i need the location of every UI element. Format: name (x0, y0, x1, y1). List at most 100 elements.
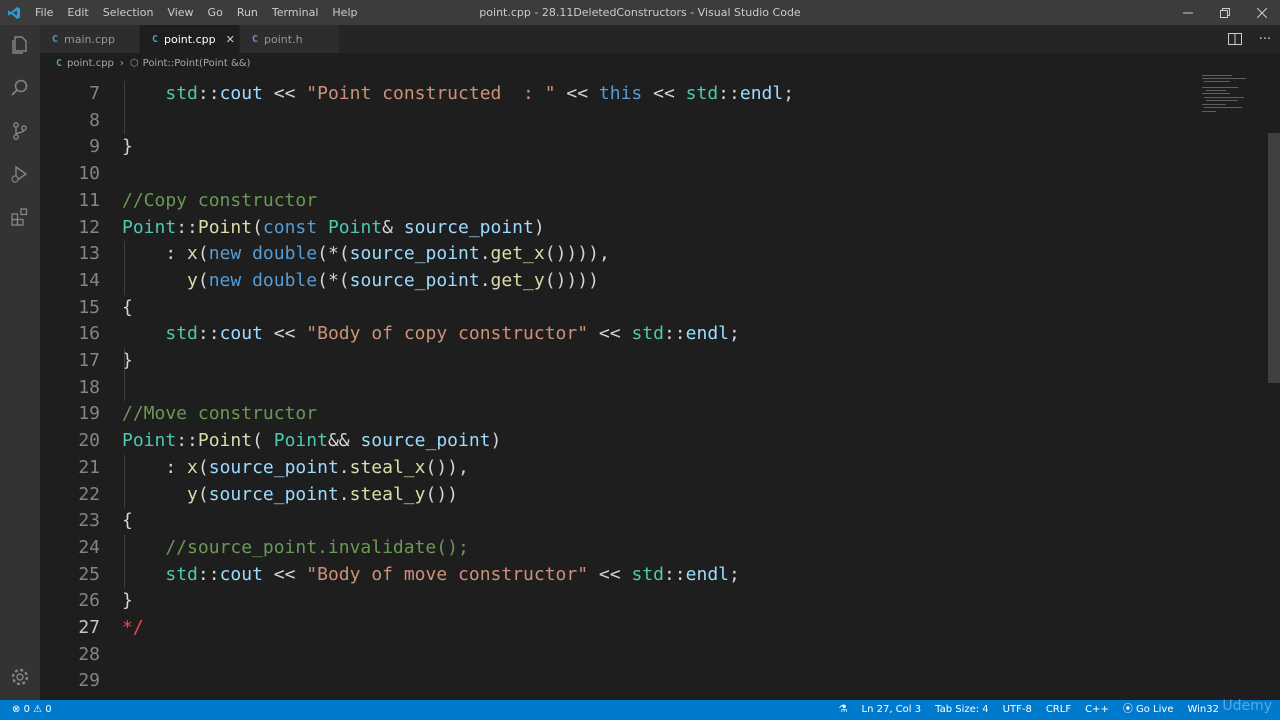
search-icon[interactable] (8, 76, 32, 100)
line-number: 23 (78, 510, 100, 532)
tab-main-cpp[interactable]: C main.cpp (40, 25, 140, 53)
tab-point-h[interactable]: C point.h (240, 25, 340, 53)
breadcrumb-file[interactable]: point.cpp (67, 58, 114, 69)
settings-gear-icon[interactable] (8, 665, 32, 689)
line-number: 17 (78, 350, 100, 371)
encoding[interactable]: UTF-8 (996, 700, 1039, 720)
line-number: 25 (78, 563, 100, 585)
line-number: 11 (78, 189, 100, 211)
cursor-position[interactable]: Ln 27, Col 3 (855, 700, 929, 720)
tab-point-cpp[interactable]: C point.cpp ✕ (140, 25, 240, 53)
line-ending[interactable]: CRLF (1039, 700, 1078, 720)
menu-go[interactable]: Go (201, 0, 230, 25)
code-line[interactable]: 18 (40, 375, 1200, 402)
menu-bar: File Edit Selection View Go Run Terminal… (28, 0, 364, 25)
title-bar: File Edit Selection View Go Run Terminal… (0, 0, 1280, 25)
tab-size[interactable]: Tab Size: 4 (928, 700, 996, 720)
code-line[interactable]: 8 (40, 108, 1200, 135)
minimize-icon[interactable] (1169, 0, 1206, 25)
live-share-icon[interactable]: ⚗ (832, 700, 855, 720)
line-number: 27 (78, 617, 100, 638)
code-line[interactable]: 20 Point::Point( Point&& source_point) (40, 428, 1200, 455)
line-number: 22 (78, 483, 100, 505)
cpp-file-icon: C (152, 33, 159, 45)
menu-terminal[interactable]: Terminal (265, 0, 326, 25)
code-line[interactable]: 26} (40, 588, 1200, 615)
close-tab-icon[interactable]: ✕ (226, 33, 235, 46)
code-editor[interactable]: 7 std::cout << "Point constructed : " <<… (40, 73, 1200, 700)
code-line[interactable]: 25 std::cout << "Body of move constructo… (40, 562, 1200, 589)
go-live-button[interactable]: ⦿ Go Live (1116, 700, 1181, 720)
language-mode[interactable]: C++ (1078, 700, 1116, 720)
line-number: 9 (89, 136, 100, 158)
line-number: 18 (78, 376, 100, 398)
code-line[interactable]: 28 (40, 642, 1200, 669)
problems-indicator[interactable]: ⊗ 0 ⚠ 0 (12, 700, 59, 720)
code-line[interactable]: 21 : x(source_point.steal_x()), (40, 455, 1200, 482)
indent-guide (124, 534, 125, 589)
code-line[interactable]: 22 y(source_point.steal_y()) (40, 482, 1200, 509)
split-editor-icon[interactable] (1220, 33, 1250, 45)
indent-guide (124, 81, 125, 135)
breadcrumb-symbol[interactable]: Point::Point(Point &&) (143, 58, 251, 69)
code-text: //source_point.invalidate(); (122, 536, 469, 558)
code-line[interactable]: 23 { (40, 508, 1200, 535)
close-window-icon[interactable] (1243, 0, 1280, 25)
window-controls (1169, 0, 1280, 25)
menu-run[interactable]: Run (230, 0, 265, 25)
warning-icon: ⚠ (33, 704, 43, 715)
code-line[interactable]: 17} (40, 348, 1200, 375)
code-text: y(new double(*(source_point.get_y()))) (187, 269, 599, 291)
code-line[interactable]: 24 //source_point.invalidate(); (40, 535, 1200, 562)
error-count: 0 (23, 704, 30, 715)
code-text: } (122, 136, 133, 158)
tab-label: point.cpp (164, 32, 216, 46)
code-text: //Copy constructor (122, 189, 318, 211)
code-line[interactable]: 16 std::cout << "Body of copy constructo… (40, 321, 1200, 348)
scrollbar-thumb[interactable] (1268, 133, 1280, 383)
vertical-scrollbar[interactable] (1268, 73, 1280, 700)
chevron-right-icon: › (119, 57, 124, 69)
code-line[interactable]: 19 //Move constructor (40, 401, 1200, 428)
code-line[interactable]: 11 //Copy constructor (40, 188, 1200, 215)
code-line[interactable]: 13 : x(new double(*(source_point.get_x()… (40, 241, 1200, 268)
breadcrumb: C point.cpp › ⬡ Point::Point(Point &&) (40, 53, 1280, 73)
line-number: 12 (78, 216, 100, 238)
explorer-icon[interactable] (8, 33, 32, 57)
code-line[interactable]: 27 */ (40, 615, 1200, 642)
code-line[interactable]: 15 { (40, 295, 1200, 322)
code-line[interactable]: 29 (40, 668, 1200, 695)
line-number: 13 (78, 243, 100, 265)
code-line[interactable]: 9} (40, 134, 1200, 161)
cpp-file-icon: C (52, 33, 59, 45)
error-icon: ⊗ (12, 704, 21, 715)
code-text: Point::Point(const Point& source_point) (122, 216, 545, 238)
line-number: 26 (78, 590, 100, 612)
header-file-icon: C (252, 33, 259, 45)
code-line[interactable]: 7 std::cout << "Point constructed : " <<… (40, 81, 1200, 108)
menu-file[interactable]: File (28, 0, 60, 25)
code-line[interactable]: 12 Point::Point(const Point& source_point… (40, 215, 1200, 242)
line-number: 29 (78, 670, 100, 692)
menu-help[interactable]: Help (325, 0, 364, 25)
extensions-icon[interactable] (8, 205, 32, 229)
code-line[interactable]: 14 y(new double(*(source_point.get_y()))… (40, 268, 1200, 295)
minimap[interactable] (1200, 73, 1268, 700)
more-actions-icon[interactable]: ··· (1250, 32, 1280, 47)
tab-label: main.cpp (64, 32, 116, 46)
restore-icon[interactable] (1206, 0, 1243, 25)
line-number: 8 (89, 109, 100, 131)
code-text: std::cout << "Body of move constructor" … (165, 563, 740, 585)
menu-view[interactable]: View (160, 0, 200, 25)
run-debug-icon[interactable] (8, 162, 32, 186)
platform[interactable]: Win32 (1180, 700, 1226, 720)
menu-edit[interactable]: Edit (60, 0, 95, 25)
code-text: { (122, 296, 133, 318)
tab-label: point.h (264, 32, 303, 46)
source-control-icon[interactable] (8, 119, 32, 143)
cpp-file-icon: C (56, 57, 63, 69)
line-number: 10 (78, 163, 100, 185)
code-line[interactable]: 10 (40, 161, 1200, 188)
broadcast-icon: ⦿ (1122, 704, 1133, 715)
menu-selection[interactable]: Selection (96, 0, 161, 25)
